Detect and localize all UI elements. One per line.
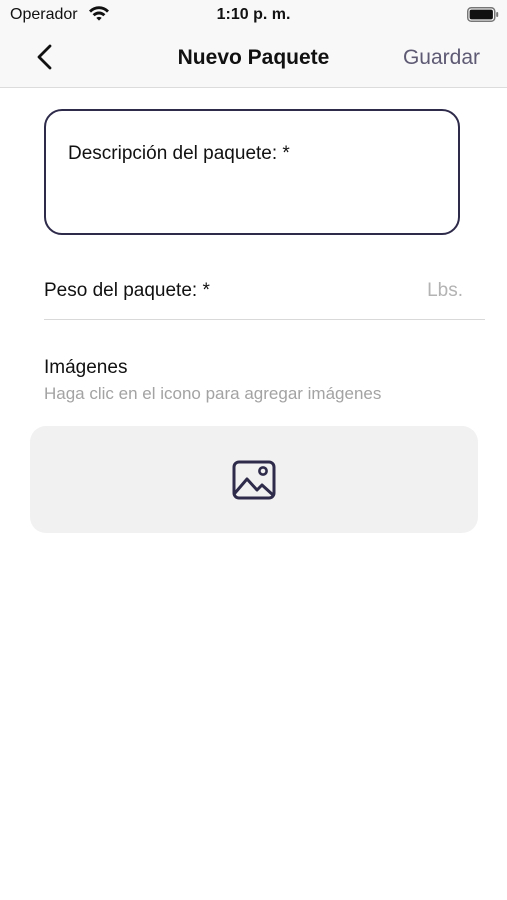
description-label: Descripción del paquete: * bbox=[68, 143, 290, 164]
top-bar: Operador 1:10 p. m. Nuevo Paquete Guarda… bbox=[0, 0, 507, 88]
weight-field[interactable]: Peso del paquete: * Lbs. bbox=[44, 268, 485, 320]
navigation-bar: Nuevo Paquete Guardar bbox=[0, 30, 507, 87]
images-hint: Haga clic en el icono para agregar imáge… bbox=[44, 384, 382, 403]
images-section-title: Imágenes bbox=[44, 357, 128, 378]
weight-input[interactable]: Lbs. bbox=[427, 280, 463, 302]
battery-icon bbox=[467, 7, 499, 22]
image-add-icon[interactable] bbox=[232, 460, 276, 500]
status-bar: Operador 1:10 p. m. bbox=[0, 0, 507, 30]
clock: 1:10 p. m. bbox=[216, 6, 291, 23]
description-field[interactable]: Descripción del paquete: * bbox=[44, 109, 460, 235]
save-button[interactable]: Guardar bbox=[403, 46, 480, 70]
add-image-button[interactable] bbox=[30, 426, 478, 533]
weight-label: Peso del paquete: * bbox=[44, 280, 210, 301]
